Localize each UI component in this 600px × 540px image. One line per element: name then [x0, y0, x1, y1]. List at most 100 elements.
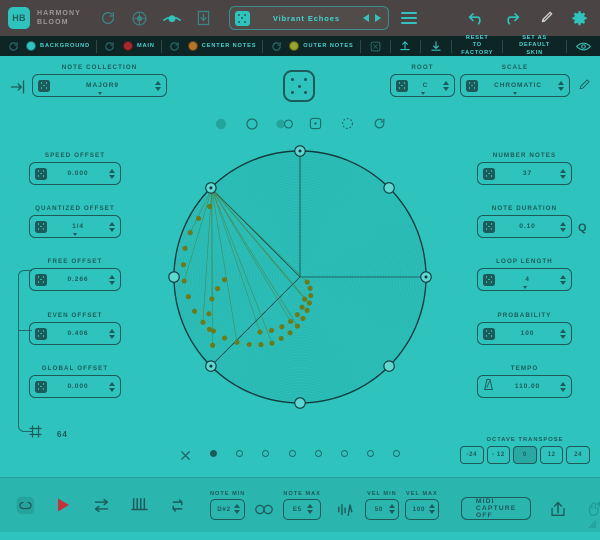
dice-icon[interactable] — [35, 327, 47, 340]
chain-link-icon[interactable] — [253, 499, 275, 521]
note-collection-field[interactable]: MAJOR9 — [32, 74, 167, 97]
close-x-icon[interactable] — [180, 448, 191, 460]
tempo-stepper[interactable] — [560, 381, 566, 392]
vel-min-field[interactable]: 50 — [364, 498, 399, 520]
undo-icon[interactable] — [468, 9, 486, 27]
dice-icon[interactable] — [396, 79, 408, 92]
next-arrow-icon[interactable] — [374, 14, 381, 22]
speed-offset-stepper[interactable] — [109, 168, 115, 179]
set-as-default-skin-button[interactable]: SET AS DEFAULT SKIN — [503, 35, 566, 57]
dice-icon[interactable] — [35, 167, 47, 180]
loop-repeat-icon[interactable] — [166, 494, 188, 516]
color-swatch[interactable] — [187, 41, 198, 51]
mode-dashed-circle-icon[interactable] — [339, 115, 356, 132]
download-icon[interactable] — [421, 36, 451, 57]
pager-dot[interactable] — [210, 450, 218, 457]
free-offset-stepper[interactable] — [109, 274, 115, 285]
reset-color-background-icon[interactable] — [6, 39, 20, 53]
tempo-field[interactable]: 110.00 — [477, 375, 572, 398]
mode-hollow-circle-icon[interactable] — [244, 115, 261, 132]
even-offset-field[interactable]: 0.406 — [29, 322, 121, 345]
midi-capture-button[interactable]: MIDI CAPTURE OFF — [460, 497, 532, 520]
note-max-stepper[interactable] — [307, 504, 314, 514]
frame-grid-icon[interactable] — [28, 424, 43, 444]
dice-icon[interactable] — [35, 220, 47, 233]
note-min-field[interactable]: D#2 — [210, 498, 246, 520]
pager-dot[interactable] — [393, 450, 400, 457]
shuffle-icon[interactable] — [90, 494, 112, 516]
gear-icon[interactable] — [570, 9, 588, 27]
octave-option[interactable]: 24 — [566, 446, 590, 464]
mode-square-dot-icon[interactable] — [307, 115, 324, 132]
dice-icon[interactable] — [483, 220, 495, 233]
reset-color-outer-notes-icon[interactable] — [269, 39, 283, 53]
save-download-icon[interactable] — [195, 9, 213, 27]
loop-length-field[interactable]: 4 — [477, 268, 572, 291]
enter-arrow-icon[interactable] — [10, 78, 28, 96]
note-duration-stepper[interactable] — [560, 221, 566, 232]
dice-large-icon[interactable] — [283, 70, 315, 102]
quantize-toggle[interactable]: Q — [578, 222, 587, 234]
free-offset-field[interactable]: 0.266 — [29, 268, 121, 291]
color-swatch[interactable] — [122, 41, 133, 51]
cloud-icon[interactable] — [162, 9, 181, 27]
mode-undo-icon[interactable] — [371, 115, 388, 132]
probability-field[interactable]: 100 — [477, 322, 572, 345]
speed-offset-field[interactable]: 0.000 — [29, 162, 121, 185]
root-stepper[interactable] — [443, 80, 449, 91]
pager-dot[interactable] — [236, 450, 244, 457]
reset-color-main-icon[interactable] — [103, 39, 117, 53]
mode-filled-circle-icon[interactable] — [212, 115, 229, 132]
octave-option[interactable]: 12 — [539, 446, 564, 464]
global-offset-field[interactable]: 0.000 — [29, 375, 121, 398]
note-min-stepper[interactable] — [234, 504, 240, 514]
pager-dot[interactable] — [366, 450, 374, 457]
octave-option[interactable]: -24 — [460, 446, 484, 464]
resize-grip[interactable] — [588, 520, 597, 529]
pager-dot[interactable] — [340, 450, 348, 457]
scale-field[interactable]: CHROMATIC — [460, 74, 570, 97]
even-offset-stepper[interactable] — [109, 328, 115, 339]
waveform-icon[interactable] — [335, 499, 357, 521]
quantized-offset-stepper[interactable] — [109, 221, 115, 232]
dice-icon[interactable] — [483, 327, 495, 340]
dice-icon[interactable] — [35, 273, 47, 286]
dice-icon[interactable] — [35, 380, 47, 393]
pager-dot[interactable] — [262, 450, 270, 457]
global-offset-stepper[interactable] — [109, 381, 115, 392]
hamburger-menu-icon[interactable] — [400, 9, 417, 27]
vel-max-stepper[interactable] — [428, 504, 435, 514]
link-sync-icon[interactable] — [14, 494, 36, 516]
number-notes-field[interactable]: 37 — [477, 162, 572, 185]
dice-icon[interactable] — [234, 10, 250, 26]
reset-to-factory-button[interactable]: RESET TO FACTORY — [452, 35, 502, 57]
frame-control[interactable]: 64 — [28, 424, 68, 444]
dice-icon[interactable] — [483, 273, 495, 286]
color-item-center-notes[interactable]: CENTER NOTES — [182, 41, 263, 51]
color-swatch[interactable] — [26, 41, 36, 51]
pencil-icon[interactable] — [577, 78, 591, 92]
quantized-offset-field[interactable]: 1/4 — [29, 215, 121, 238]
octave-option[interactable]: - 12 — [486, 446, 511, 464]
play-icon[interactable] — [52, 494, 74, 516]
keyboard-icon[interactable] — [128, 494, 150, 516]
loop-length-stepper[interactable] — [560, 274, 566, 285]
octave-option-selected[interactable]: 0 — [513, 446, 537, 464]
eye-icon[interactable] — [567, 36, 600, 57]
color-item-outer-notes[interactable]: OUTER NOTES — [283, 41, 359, 51]
magic-hand-icon[interactable] — [583, 498, 600, 520]
dice-icon[interactable] — [483, 167, 495, 180]
target-icon[interactable] — [131, 9, 149, 27]
color-item-main[interactable]: MAIN — [117, 41, 161, 51]
paintbrush-icon[interactable] — [536, 9, 554, 27]
root-field[interactable]: C — [390, 74, 455, 97]
redo-icon[interactable] — [502, 9, 520, 27]
refresh-icon[interactable] — [99, 9, 117, 27]
pager-dot[interactable] — [314, 450, 322, 457]
dice-icon[interactable] — [466, 79, 478, 92]
note-duration-field[interactable]: 0.10 — [477, 215, 572, 238]
polar-sequencer-visualization[interactable] — [168, 145, 432, 409]
probability-stepper[interactable] — [560, 328, 566, 339]
mode-double-circle-icon[interactable] — [275, 115, 293, 132]
scale-stepper[interactable] — [558, 80, 564, 91]
